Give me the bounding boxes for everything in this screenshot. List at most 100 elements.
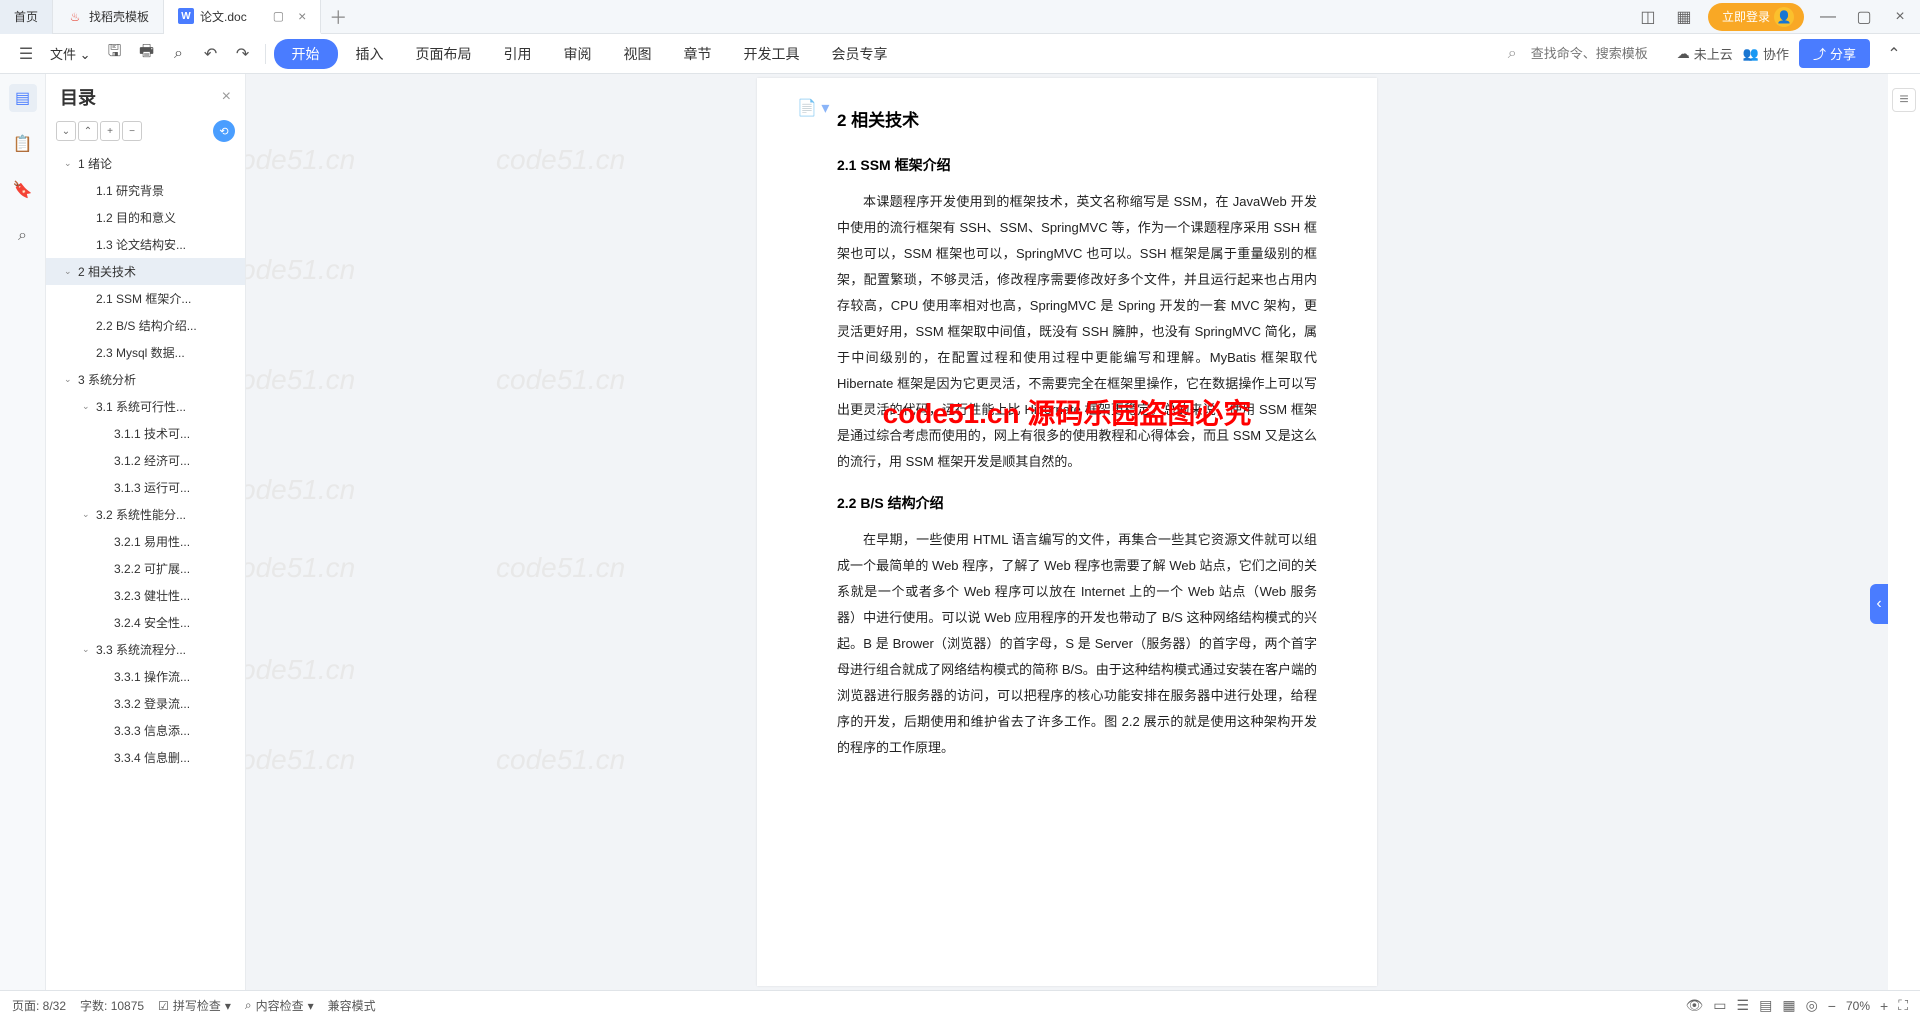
collapse-ribbon-icon[interactable]: ⌃ — [1880, 40, 1908, 68]
bookmark-icon[interactable]: 🔖 — [9, 176, 37, 204]
find-icon[interactable]: ⌕ — [9, 222, 37, 250]
zoom-level[interactable]: 70% — [1846, 999, 1870, 1013]
search-input[interactable] — [1527, 42, 1667, 65]
side-expand-tab[interactable]: ‹ — [1870, 584, 1888, 624]
outline-item[interactable]: 3.3.3 信息添... — [46, 717, 245, 744]
page-indicator[interactable]: 页面: 8/32 — [12, 997, 66, 1014]
outline-item[interactable]: 3.2.3 健壮性... — [46, 582, 245, 609]
outline-item[interactable]: 3.2.2 可扩展... — [46, 555, 245, 582]
menu-tab-layout[interactable]: 页面布局 — [402, 38, 486, 70]
watermark-grey: code51.cn — [246, 254, 355, 286]
spell-check[interactable]: ☑拼写检查 ▾ — [158, 997, 231, 1014]
tab-document[interactable]: W 论文.doc ▢ × — [164, 0, 321, 34]
menu-tab-review[interactable]: 审阅 — [550, 38, 606, 70]
outline-item[interactable]: 2.2 B/S 结构介绍... — [46, 312, 245, 339]
watermark-grey: code51.cn — [246, 654, 355, 686]
zoom-out-icon[interactable]: − — [1828, 998, 1836, 1014]
outline-item[interactable]: 1.2 目的和意义 — [46, 204, 245, 231]
outline-item[interactable]: 3.1.2 经济可... — [46, 447, 245, 474]
outline-item[interactable]: 2.3 Mysql 数据... — [46, 339, 245, 366]
sync-icon[interactable]: ⟲ — [213, 120, 235, 142]
save-icon[interactable]: 🖫 — [101, 40, 129, 68]
watermark-grey: code51.cn — [496, 552, 625, 584]
watermark-grey: code51.cn — [246, 552, 355, 584]
menu-tab-reference[interactable]: 引用 — [490, 38, 546, 70]
outline-item[interactable]: 3.2.4 安全性... — [46, 609, 245, 636]
outline-panel: 目录 × ⌄ ⌃ + − ⟲ ⌄1 绪论1.1 研究背景1.2 目的和意义1.3… — [46, 74, 246, 990]
expand-all-icon[interactable]: ⌃ — [78, 121, 98, 141]
scan-icon: ⌕ — [245, 998, 252, 1013]
print-icon[interactable]: 🖶 — [133, 40, 161, 68]
page-marker-icon[interactable]: 📄 ▾ — [797, 98, 829, 118]
fullscreen-icon[interactable]: ⛶ — [1898, 997, 1908, 1014]
share-button[interactable]: ⤴分享 — [1799, 39, 1870, 68]
view-outline-icon[interactable]: ☰ — [1737, 997, 1750, 1014]
zoom-fit-icon[interactable]: ◎ — [1806, 997, 1818, 1014]
content-check[interactable]: ⌕内容检查 ▾ — [245, 997, 314, 1014]
watermark-grey: code51.cn — [496, 744, 625, 776]
statusbar: 页面: 8/32 字数: 10875 ☑拼写检查 ▾ ⌕内容检查 ▾ 兼容模式 … — [0, 990, 1920, 1020]
outline-item[interactable]: ⌄2 相关技术 — [46, 258, 245, 285]
login-button[interactable]: 立即登录 👤 — [1708, 3, 1804, 31]
view-page-icon[interactable]: ▭ — [1713, 997, 1726, 1014]
menu-tab-view[interactable]: 视图 — [610, 38, 666, 70]
outline-item[interactable]: 2.1 SSM 框架介... — [46, 285, 245, 312]
menu-tab-chapter[interactable]: 章节 — [670, 38, 726, 70]
collapse-all-icon[interactable]: ⌄ — [56, 121, 76, 141]
file-menu[interactable]: 文件 ⌄ — [44, 44, 97, 63]
menu-tab-insert[interactable]: 插入 — [342, 38, 398, 70]
expand-panel-icon[interactable]: ≡ — [1892, 88, 1916, 112]
watermark-grey: code51.cn — [246, 474, 355, 506]
view-read-icon[interactable]: ▦ — [1782, 997, 1795, 1014]
right-panel-collapsed: ≡ — [1888, 74, 1920, 990]
tab-templates[interactable]: ♨ 找稻壳模板 — [53, 0, 164, 34]
layout-icon[interactable]: ◫ — [1636, 5, 1660, 29]
apps-icon[interactable]: ▦ — [1672, 5, 1696, 29]
coop-button[interactable]: 👥协作 — [1743, 44, 1789, 63]
outline-item[interactable]: ⌄3.3 系统流程分... — [46, 636, 245, 663]
outline-item[interactable]: ⌄3 系统分析 — [46, 366, 245, 393]
tab-close-icon[interactable]: × — [298, 8, 306, 24]
document-page[interactable]: 📄 ▾ 2 相关技术 2.1 SSM 框架介绍 本课题程序开发使用到的框架技术，… — [757, 78, 1377, 986]
outline-item[interactable]: 3.2.1 易用性... — [46, 528, 245, 555]
outline-item[interactable]: 1.1 研究背景 — [46, 177, 245, 204]
outline-item[interactable]: ⌄3.2 系统性能分... — [46, 501, 245, 528]
undo-icon[interactable]: ↶ — [197, 40, 225, 68]
outline-tree: ⌄1 绪论1.1 研究背景1.2 目的和意义1.3 论文结构安...⌄2 相关技… — [46, 150, 245, 990]
cloud-status[interactable]: ☁未上云 — [1677, 44, 1733, 63]
clipboard-icon[interactable]: 📋 — [9, 130, 37, 158]
word-count[interactable]: 字数: 10875 — [80, 997, 144, 1014]
close-icon[interactable]: × — [1888, 5, 1912, 29]
tab-home[interactable]: 首页 — [0, 0, 53, 34]
menu-hamburger-icon[interactable]: ☰ — [12, 40, 40, 68]
compat-mode[interactable]: 兼容模式 — [328, 997, 376, 1014]
redo-icon[interactable]: ↷ — [229, 40, 257, 68]
outline-item[interactable]: 3.3.4 信息删... — [46, 744, 245, 771]
remove-icon[interactable]: − — [122, 121, 142, 141]
outline-item[interactable]: 3.1.1 技术可... — [46, 420, 245, 447]
zoom-in-icon[interactable]: + — [1880, 998, 1888, 1014]
outline-item[interactable]: 1.3 论文结构安... — [46, 231, 245, 258]
outline-close-icon[interactable]: × — [222, 88, 231, 106]
search-icon[interactable]: ⌕ — [1508, 45, 1517, 63]
outline-toolbar: ⌄ ⌃ + − ⟲ — [46, 116, 245, 150]
new-tab-button[interactable]: ＋ — [321, 4, 355, 30]
check-icon: ☑ — [158, 999, 169, 1013]
menu-tab-devtools[interactable]: 开发工具 — [730, 38, 814, 70]
outline-item[interactable]: ⌄1 绪论 — [46, 150, 245, 177]
menu-tab-member[interactable]: 会员专享 — [818, 38, 902, 70]
outline-icon[interactable]: ▤ — [9, 84, 37, 112]
outline-item[interactable]: 3.1.3 运行可... — [46, 474, 245, 501]
add-icon[interactable]: + — [100, 121, 120, 141]
maximize-icon[interactable]: ▢ — [1852, 5, 1876, 29]
outline-item[interactable]: 3.3.2 登录流... — [46, 690, 245, 717]
preview-icon[interactable]: ⌕ — [165, 40, 193, 68]
eye-icon[interactable]: 👁 — [1686, 997, 1704, 1014]
view-web-icon[interactable]: ▤ — [1759, 997, 1772, 1014]
outline-item[interactable]: 3.3.1 操作流... — [46, 663, 245, 690]
document-area[interactable]: code51.cn code51.cn code51.cn code51.cn … — [246, 74, 1888, 990]
minimize-icon[interactable]: — — [1816, 5, 1840, 29]
tab-window-icon[interactable]: ▢ — [273, 9, 284, 23]
outline-item[interactable]: ⌄3.1 系统可行性... — [46, 393, 245, 420]
menu-tab-start[interactable]: 开始 — [274, 39, 338, 69]
